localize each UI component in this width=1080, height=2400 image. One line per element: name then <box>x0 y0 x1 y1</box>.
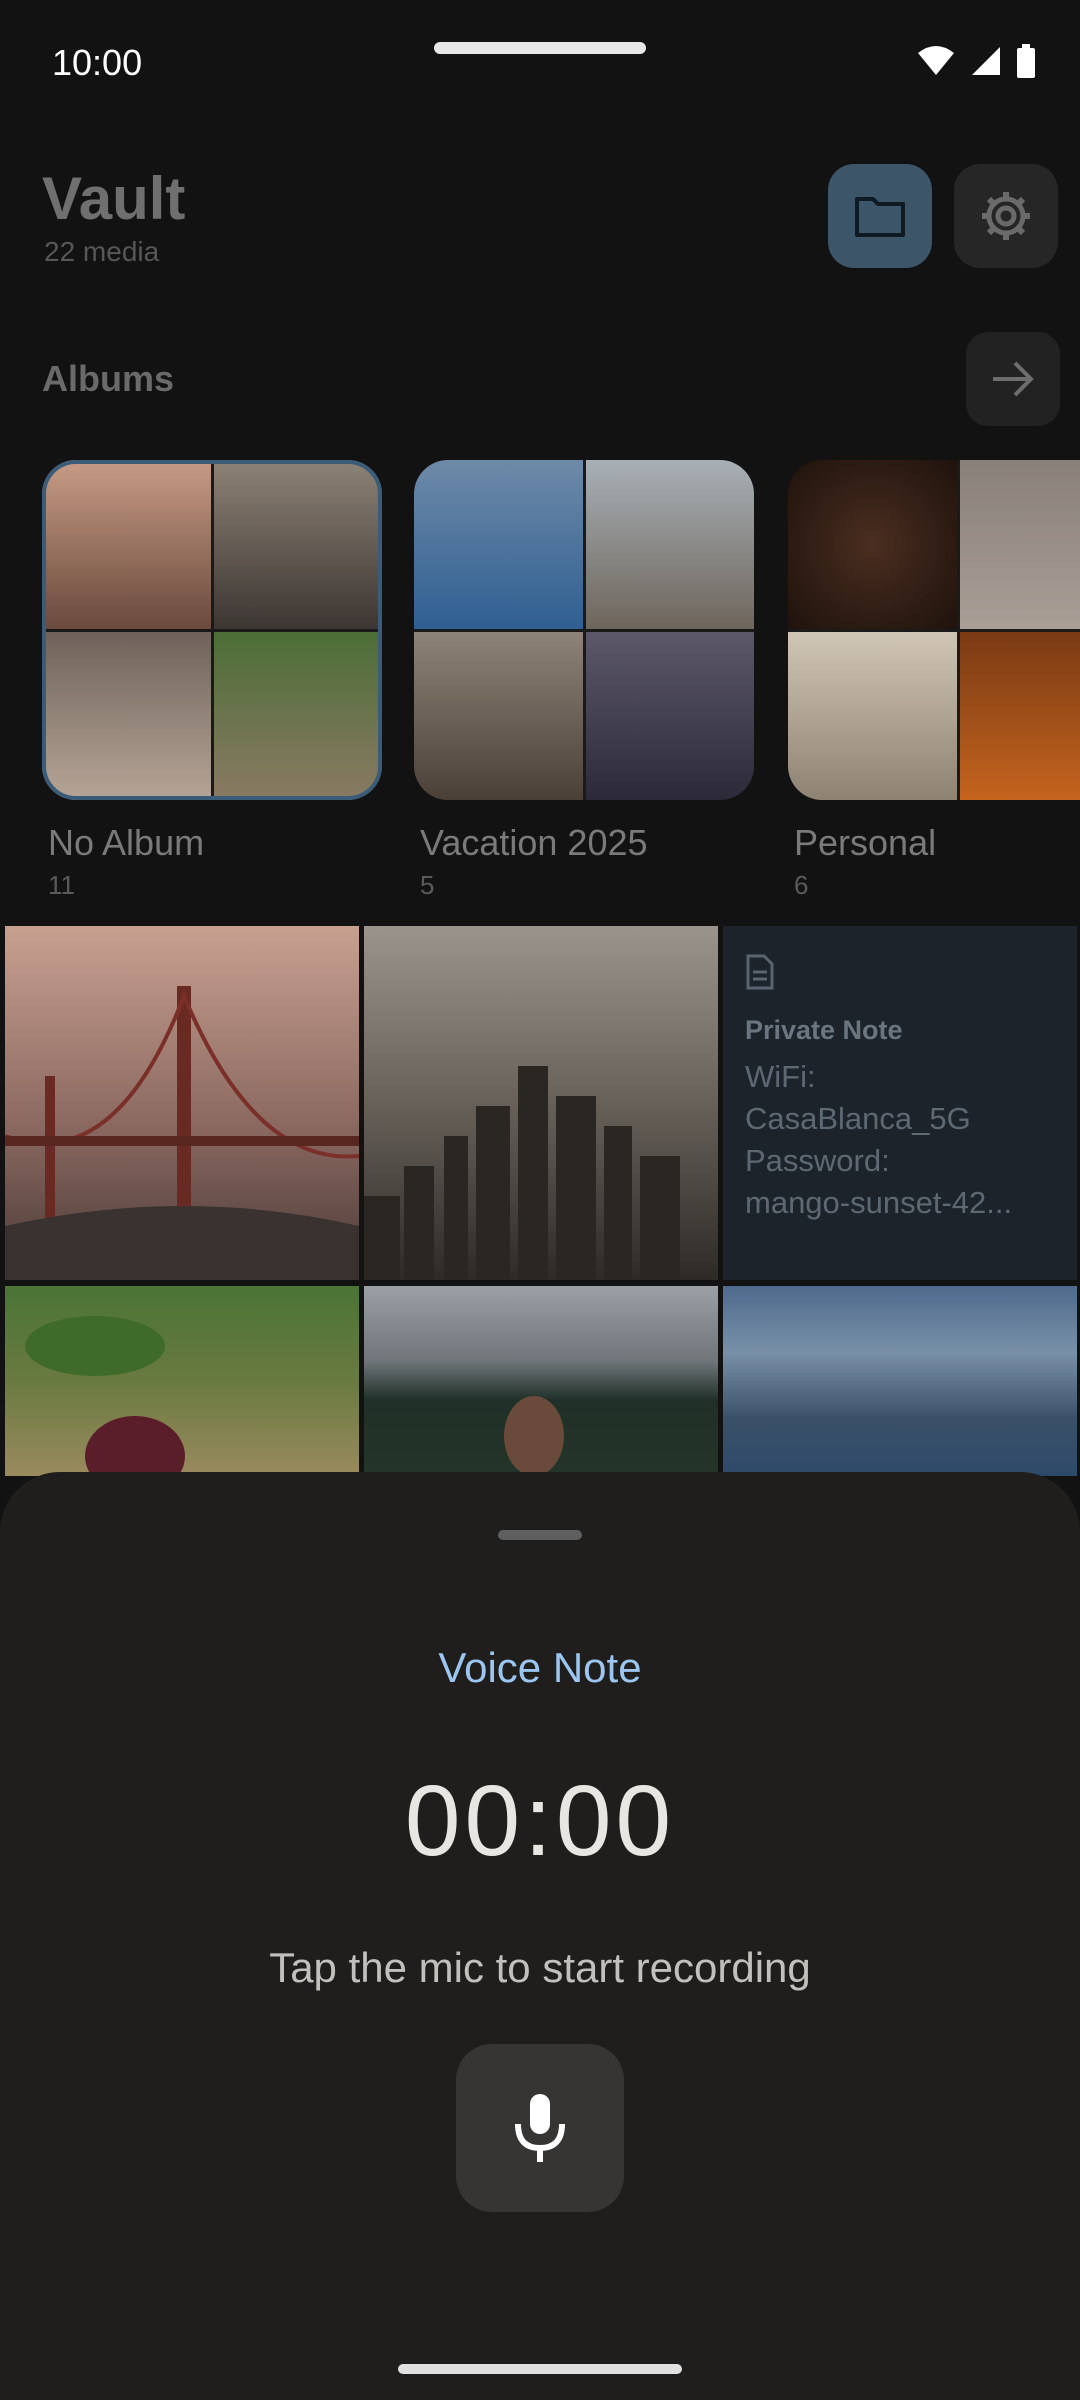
album-tile <box>788 460 957 629</box>
album-tile <box>213 460 382 629</box>
album-tile <box>788 631 957 800</box>
recording-hint: Tap the mic to start recording <box>269 1944 811 1991</box>
album-tile <box>414 460 583 629</box>
skyline-illustration <box>364 1066 680 1280</box>
album-tile <box>42 631 211 800</box>
media-item-city-skyline[interactable] <box>364 926 718 1280</box>
album-cover <box>42 460 382 800</box>
sheet-drag-handle[interactable] <box>498 1530 582 1540</box>
camera-pill <box>434 42 646 54</box>
album-count: 11 <box>48 870 75 900</box>
wifi-icon <box>918 46 954 75</box>
record-mic-button[interactable] <box>456 2044 624 2212</box>
album-tile <box>414 631 583 800</box>
album-name: No Album <box>48 822 205 863</box>
album-no-album[interactable]: No Album 11 <box>42 460 382 901</box>
person-illustration <box>504 1396 564 1476</box>
album-name: Personal <box>794 822 937 863</box>
album-count: 5 <box>420 870 435 900</box>
sheet-title: Voice Note <box>438 1644 642 1691</box>
album-count: 6 <box>794 870 809 900</box>
media-count: 22 media <box>44 236 160 267</box>
album-cover <box>788 460 1080 800</box>
media-item-golden-gate[interactable] <box>5 926 359 1280</box>
folder-icon <box>855 197 905 237</box>
status-icons <box>916 44 1036 78</box>
album-name: Vacation 2025 <box>420 822 648 863</box>
bridge-illustration <box>5 986 359 1280</box>
album-personal[interactable]: Personal 6 <box>788 460 1080 901</box>
gesture-nav-bar[interactable] <box>398 2364 682 2374</box>
status-time: 10:00 <box>52 42 143 83</box>
battery-icon <box>1017 44 1035 78</box>
document-icon <box>746 954 774 990</box>
media-item-fjord[interactable] <box>723 1286 1077 1476</box>
album-tile <box>213 631 382 800</box>
recording-timer: 00:00 <box>404 1765 676 1877</box>
album-tile <box>585 460 754 629</box>
note-title: Private Note <box>745 1015 903 1045</box>
gear-icon <box>982 192 1030 240</box>
album-tile <box>959 460 1080 629</box>
album-tile <box>585 631 754 800</box>
signal-icon <box>972 47 1000 75</box>
album-vacation-2025[interactable]: Vacation 2025 5 <box>414 460 754 901</box>
media-item-lake-portrait[interactable] <box>364 1286 718 1476</box>
food-illustration <box>25 1316 185 1476</box>
status-bar: 10:00 <box>0 0 1080 130</box>
album-cover <box>414 460 754 800</box>
album-tile <box>959 631 1080 800</box>
albums-heading: Albums <box>42 358 175 399</box>
folder-button[interactable] <box>828 164 932 268</box>
settings-button[interactable] <box>954 164 1058 268</box>
arrow-right-icon <box>993 361 1034 397</box>
note-preview: WiFi: CasaBlanca_5G Password: mango-suns… <box>745 1059 1013 1220</box>
page-title: Vault <box>42 165 186 232</box>
albums-see-all-button[interactable] <box>966 332 1060 426</box>
album-tile <box>42 460 211 629</box>
voice-note-sheet: Voice Note 00:00 Tap the mic to start re… <box>0 1472 1080 2400</box>
media-item-food[interactable] <box>5 1286 359 1476</box>
microphone-icon <box>515 2094 565 2162</box>
media-item-private-note[interactable]: Private Note WiFi: CasaBlanca_5G Passwor… <box>723 926 1077 1280</box>
